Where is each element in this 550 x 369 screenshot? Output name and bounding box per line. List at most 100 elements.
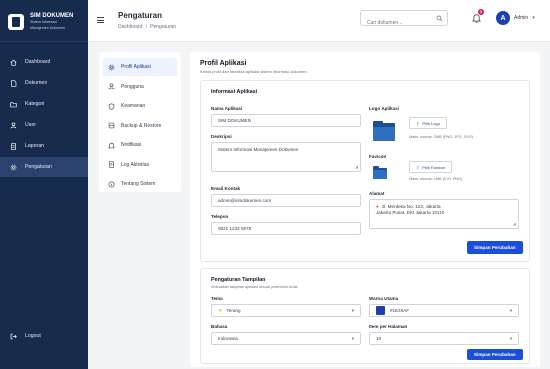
settings-item-label: Pengguna (121, 83, 144, 90)
theme-label: Tema (211, 296, 223, 301)
settings-item-label: Log Aktivitas (121, 161, 150, 168)
card-description: Sesuaikan tampilan aplikasi sesuai prefe… (211, 285, 298, 289)
settings-item-label: Backup & Restore (121, 122, 162, 129)
sidebar-item-dashboard[interactable]: Dashboard (0, 52, 88, 72)
favicon-label: Favicon (369, 154, 387, 159)
address-label: Alamat (369, 191, 385, 196)
sidebar-item-laporan[interactable]: Laporan (0, 136, 88, 156)
folder-icon (10, 101, 17, 108)
sidebar-item-label: Laporan (25, 143, 45, 149)
description-label: Deskripsi (211, 134, 232, 139)
phone-field[interactable]: 0821 1234 5678 (211, 222, 361, 235)
choose-logo-button[interactable]: ⇪ Pilih Logo (409, 117, 447, 129)
color-select[interactable]: #1E40AF ▼ (369, 304, 519, 317)
section-title: Profil Aplikasi (200, 60, 247, 67)
sidebar-nav: Dashboard Dokumen Kategori User Laporan … (0, 52, 88, 177)
address-field[interactable]: ● Jl. Merdeka No. 123, Jakarta Jakarta Pu… (369, 199, 519, 229)
chevron-down-icon: ▾ (532, 15, 535, 21)
color-swatch (376, 306, 385, 315)
language-label: Bahasa (211, 324, 228, 329)
description-text: Sistem Informasi Manajemen Dokumen (218, 147, 299, 152)
settings-item-notifikasi[interactable]: Notifikasi (103, 136, 177, 154)
settings-item-backup-restore[interactable]: Backup & Restore (103, 117, 177, 135)
avatar: A (496, 11, 510, 25)
theme-select[interactable]: ☀ Terang ▼ (211, 304, 361, 317)
logo-folder-icon (373, 121, 395, 141)
logo-hint: Maks. ukuran: 2MB (PNG, JPG, SVG) (409, 135, 474, 139)
per-page-value: 10 (376, 336, 382, 341)
save-display-button[interactable]: Simpan Perubahan (467, 349, 523, 360)
chevron-down-icon: ▼ (351, 336, 355, 341)
sidebar-item-label: Dashboard (25, 59, 51, 65)
app-name-field[interactable]: SIM DOKUMEN (211, 114, 361, 127)
search-box (360, 10, 448, 30)
sidebar-item-dokumen[interactable]: Dokumen (0, 73, 88, 93)
user-name: Admin (514, 15, 529, 21)
user-icon (10, 121, 17, 129)
per-page-label: Item per Halaman (369, 324, 408, 329)
language-select[interactable]: Indonesia ▼ (211, 332, 361, 345)
search-icon[interactable] (435, 14, 444, 23)
card-title: Informasi Aplikasi (211, 89, 258, 95)
settings-item-keamanan[interactable]: Keamanan (103, 97, 177, 115)
page-title: Pengaturan (118, 11, 163, 20)
settings-item-profil-aplikasi[interactable]: Profil Aplikasi (103, 58, 177, 76)
resize-handle-icon[interactable]: ◢ (355, 164, 358, 170)
settings-item-tentang-sistem[interactable]: Tentang Sistem (103, 175, 177, 193)
display-settings-card: Pengaturan Tampilan Sesuaikan tampilan a… (200, 268, 530, 364)
settings-item-label: Profil Aplikasi (121, 64, 151, 70)
per-page-select[interactable]: 10 ▼ (369, 332, 519, 345)
brand: SIM DOKUMEN Sistem Informasi Manajemen D… (0, 0, 88, 42)
sidebar-item-user[interactable]: User (0, 115, 88, 135)
logout-button[interactable]: Logout (0, 327, 88, 345)
sidebar-item-label: Dokumen (25, 80, 48, 86)
settings-menu: Profil Aplikasi Pengguna Keamanan Backup… (99, 52, 181, 192)
home-icon (10, 59, 17, 66)
sidebar-item-label: Kategori (25, 101, 45, 107)
chevron-down-icon: ▼ (509, 308, 513, 313)
menu-toggle-icon[interactable] (97, 17, 104, 23)
sidebar-item-kategori[interactable]: Kategori (0, 94, 88, 114)
logout-icon (10, 333, 17, 340)
upload-icon: ⇪ (416, 120, 420, 126)
breadcrumb-separator: › (145, 24, 148, 30)
app-logo-icon (8, 13, 24, 30)
sidebar: SIM DOKUMEN Sistem Informasi Manajemen D… (0, 0, 88, 369)
breadcrumb-home[interactable]: Dashboard (118, 24, 142, 30)
sidebar-item-pengaturan[interactable]: Pengaturan (0, 157, 88, 177)
address-line-2: Jakarta Pusat, DKI Jakarta 10110 (376, 210, 445, 215)
document-icon (10, 79, 17, 87)
bell-icon (108, 142, 115, 149)
favicon-hint: Maks. ukuran: 1MB (ICO, PNG) (409, 177, 463, 181)
sidebar-item-label: Pengaturan (25, 164, 52, 170)
settings-item-label: Tentang Sistem (121, 181, 156, 187)
user-icon (108, 83, 115, 90)
gear-icon (10, 164, 17, 171)
main-content: Profil Aplikasi Kelola profil dan identi… (190, 52, 540, 367)
search-input[interactable] (361, 16, 431, 30)
sun-icon: ☀ (218, 307, 223, 314)
database-icon (108, 122, 115, 129)
user-menu[interactable]: A Admin ▾ (496, 11, 535, 25)
settings-item-log-aktivitas[interactable]: Log Aktivitas (103, 156, 177, 174)
upload-icon: ⇪ (416, 164, 420, 170)
resize-handle-icon[interactable]: ◢ (513, 221, 516, 227)
color-label: Warna Utama (369, 296, 399, 301)
color-value: #1E40AF (390, 308, 410, 313)
choose-favicon-button[interactable]: ⇪ Pilih Favicon (409, 161, 453, 173)
map-pin-icon: ● (376, 204, 379, 209)
choose-logo-label: Pilih Logo (422, 120, 440, 126)
log-icon (108, 161, 115, 168)
choose-favicon-label: Pilih Favicon (422, 164, 446, 170)
section-description: Kelola profil dan identitas aplikasi sis… (200, 69, 307, 74)
description-field[interactable]: Sistem Informasi Manajemen Dokumen ◢ (211, 142, 361, 172)
brand-subtitle: Sistem Informasi (30, 20, 57, 25)
sidebar-item-label: User (25, 122, 36, 128)
theme-value: Terang (226, 308, 241, 313)
chevron-down-icon: ▼ (351, 308, 355, 313)
settings-item-pengguna[interactable]: Pengguna (103, 78, 177, 96)
email-field[interactable]: admin@simdokumen.com (211, 194, 361, 207)
save-app-info-button[interactable]: Simpan Perubahan (467, 241, 523, 254)
email-label: Email Kontak (211, 186, 241, 191)
settings-item-label: Notifikasi (121, 142, 142, 148)
